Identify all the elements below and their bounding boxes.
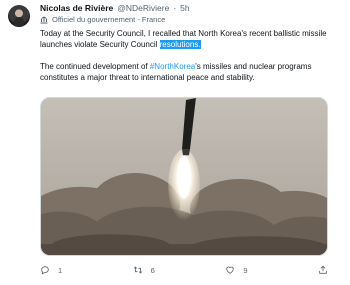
tweet-text: Today at the Security Council, I recalle… [40,28,340,83]
selected-text: resolutions. [159,40,201,49]
separator: · [173,3,177,13]
like-count: 9 [243,265,248,275]
reply-icon [40,265,50,275]
heart-icon [225,265,235,275]
retweet-icon [133,265,143,275]
paragraph-1: Today at the Security Council, I recalle… [40,28,340,50]
author-handle[interactable]: @NDeRiviere [117,3,169,13]
paragraph-2-text-start: The continued development of [40,62,150,71]
timestamp[interactable]: 5h [180,3,189,13]
paragraph-2: The continued development of #NorthKorea… [40,61,340,83]
retweet-button[interactable]: 6 [133,265,205,275]
affiliation-label: Officiel du gouvernement - France [40,15,340,24]
affiliation-text: Officiel du gouvernement - France [52,15,166,24]
government-building-icon [40,16,48,24]
tweet-content: Nicolas de Rivière @NDeRiviere · 5h Offi… [40,3,340,83]
hashtag-link[interactable]: #NorthKorea [150,62,195,71]
like-button[interactable]: 9 [225,265,297,275]
retweet-count: 6 [150,265,155,275]
avatar[interactable] [8,5,30,27]
reply-button[interactable]: 1 [40,265,112,275]
author-name[interactable]: Nicolas de Rivière [40,3,113,13]
tweet[interactable]: Nicolas de Rivière @NDeRiviere · 5h Offi… [0,0,350,285]
tweet-actions: 1 6 9 [40,265,328,275]
tweet-header: Nicolas de Rivière @NDeRiviere · 5h [40,3,340,13]
share-icon [318,265,328,275]
share-button[interactable] [318,265,328,275]
reply-count: 1 [58,265,63,275]
tweet-media-missile-photo[interactable] [40,97,328,256]
